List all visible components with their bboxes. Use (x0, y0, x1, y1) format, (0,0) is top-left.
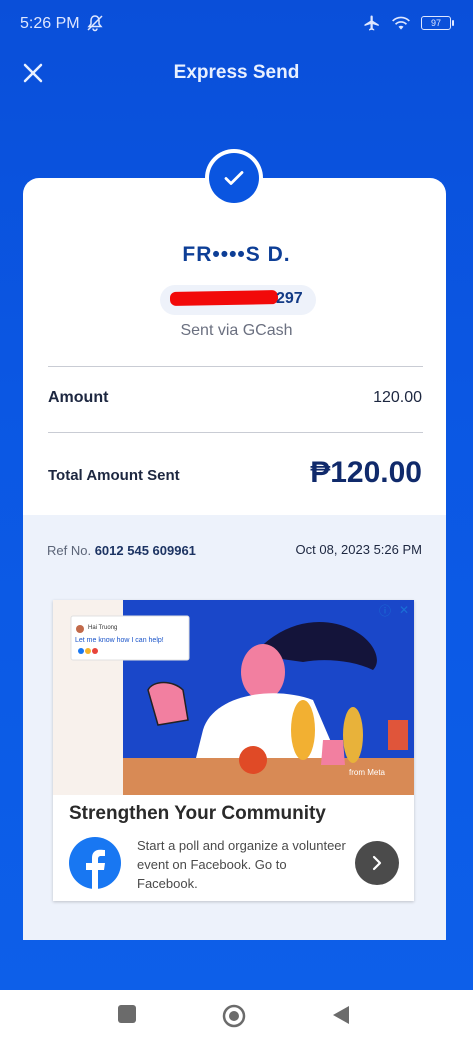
ref-label: Ref No. (47, 543, 92, 558)
airplane-icon (364, 15, 379, 31)
chat-text: Let me know how I can help! (75, 637, 164, 644)
square-nav-icon[interactable] (118, 1005, 136, 1023)
transaction-date: Oct 08, 2023 5:26 PM (295, 542, 422, 557)
success-badge (205, 149, 263, 207)
info-icon[interactable]: ⓘ (377, 602, 393, 618)
recipient-name: FR••••S D. (182, 243, 291, 266)
status-bar: 5:26 PM 97 (0, 0, 473, 48)
chevron-right-icon (372, 855, 382, 871)
system-nav-bar (0, 990, 473, 1041)
back-triangle-icon[interactable] (332, 1005, 350, 1025)
chat-name: Hai Truong (88, 625, 118, 631)
ref-number: Ref No. 6012 545 609961 (47, 543, 196, 558)
amount-label: Amount (48, 389, 109, 406)
check-icon (224, 171, 244, 185)
redaction-mark (169, 290, 279, 306)
status-time: 5:26 PM (20, 15, 80, 32)
mute-icon (87, 15, 103, 32)
ad-image[interactable]: Hai Truong Let me know how I can help! f… (53, 600, 414, 795)
ad-headline[interactable]: Strengthen Your Community (69, 803, 326, 825)
battery-level: 97 (430, 18, 441, 28)
battery-icon: 97 (421, 16, 454, 30)
ref-value: 6012 545 609961 (94, 543, 196, 558)
page-title: Express Send (173, 62, 300, 83)
amount-value: 120.00 (373, 389, 422, 406)
facebook-icon[interactable] (69, 837, 121, 889)
account-suffix: 297 (276, 290, 303, 307)
wifi-icon (392, 16, 410, 30)
ad-close-icon[interactable]: ✕ (396, 602, 412, 618)
receipt-edge (23, 930, 446, 940)
total-label: Total Amount Sent (48, 467, 180, 484)
account-number: 297 (160, 285, 316, 315)
home-circle-icon[interactable] (222, 1004, 246, 1028)
sent-via: Sent via GCash (180, 322, 293, 339)
brand-tag: from Meta (349, 768, 386, 777)
ad-body: Start a poll and organize a volunteer ev… (137, 838, 346, 891)
divider (48, 432, 423, 433)
ad-cta-button[interactable] (355, 841, 399, 885)
total-value: ₱120.00 (310, 456, 422, 489)
ad-choices[interactable]: ⓘ ✕ (377, 602, 412, 618)
divider (48, 366, 423, 367)
ad-banner[interactable]: Hai Truong Let me know how I can help! f… (53, 600, 414, 901)
